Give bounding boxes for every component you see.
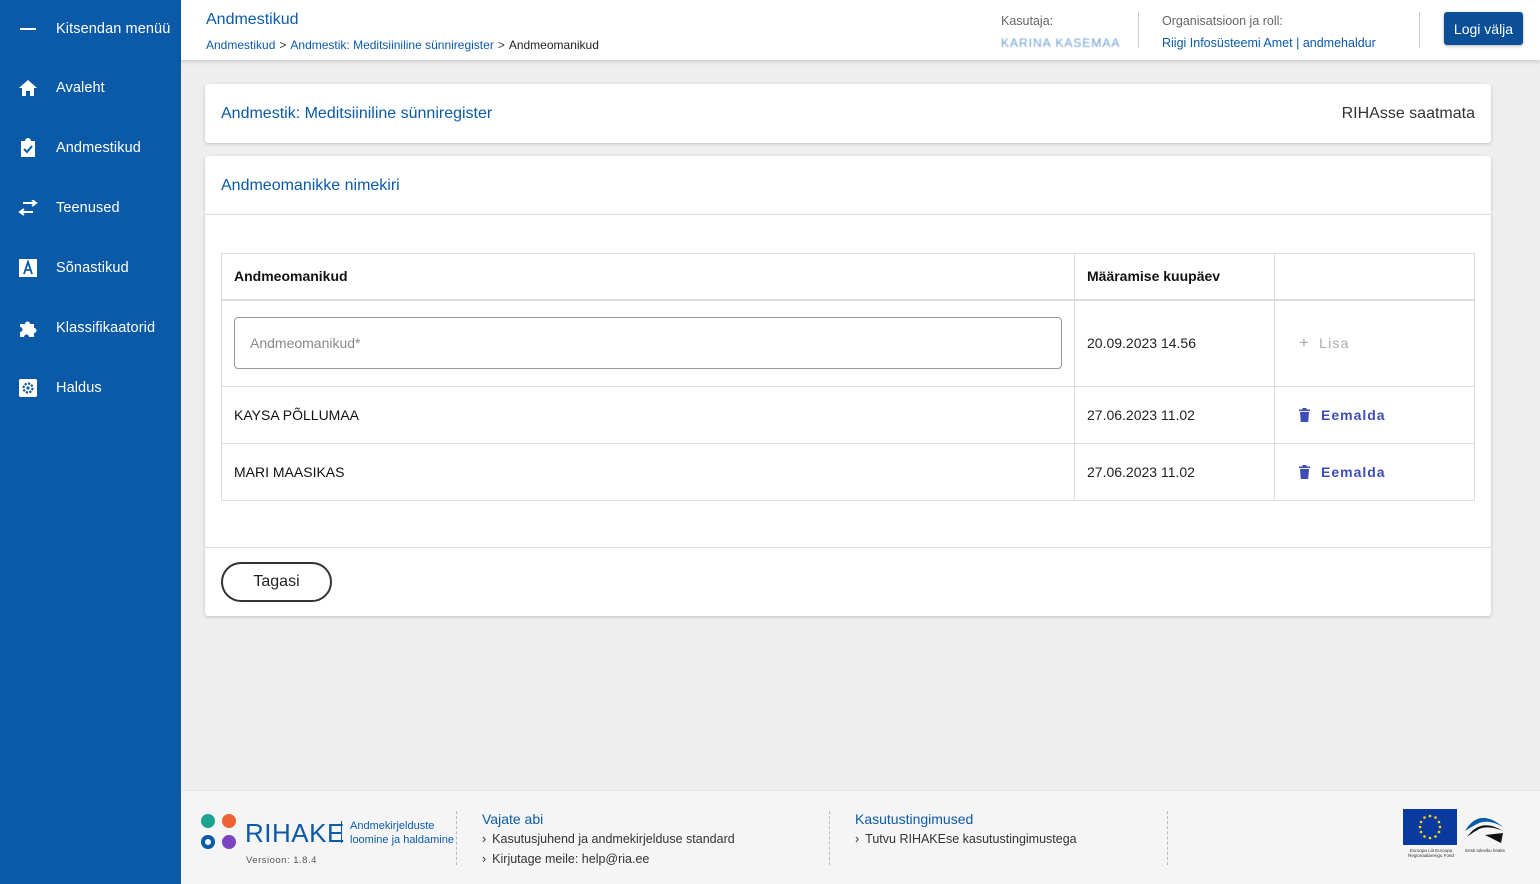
add-owner-row: 20.09.2023 14.56 + Lisa xyxy=(221,299,1475,387)
user-info: Kasutaja: KARINA KASEMAA xyxy=(1001,14,1120,50)
column-header-owners: Andmeomanikud xyxy=(221,253,1075,301)
sidebar-item-label: Klassifikaatorid xyxy=(56,320,156,336)
sidebar-item-label: Teenused xyxy=(56,200,120,216)
dataset-card: Andmestik: Meditsiiniline sünniregister … xyxy=(205,84,1491,143)
terms-link[interactable]: › Tutvu RIHAKEse kasutustingimustega xyxy=(855,832,1077,846)
logo-tagline: Andmekirjelduste loomine ja haldamine xyxy=(350,820,454,846)
card-divider xyxy=(205,547,1491,548)
chevron-right-icon: › xyxy=(482,852,487,866)
breadcrumb-current: Andmeomanikud xyxy=(508,38,599,52)
swap-arrows-icon xyxy=(18,198,38,218)
puzzle-icon xyxy=(18,318,38,338)
owner-input[interactable] xyxy=(234,317,1062,370)
sidebar-item-andmestikud[interactable]: Andmestikud xyxy=(0,118,181,178)
breadcrumb-link-andmestikud[interactable]: Andmestikud xyxy=(206,38,275,52)
sidebar-item-klassifikaatorid[interactable]: Klassifikaatorid xyxy=(0,298,181,358)
logo-name: RIHAKE xyxy=(245,818,345,848)
add-owner-label: Lisa xyxy=(1319,335,1350,352)
rihake-logo xyxy=(201,814,241,854)
assignment-date: 20.09.2023 14.56 xyxy=(1074,299,1275,387)
column-header-actions xyxy=(1274,253,1475,301)
org-name: Riigi Infosüsteemi Amet xyxy=(1162,36,1293,50)
assignment-date: 27.06.2023 11.02 xyxy=(1074,386,1275,444)
logout-button[interactable]: Logi välja xyxy=(1444,12,1523,45)
chevron-right-icon: › xyxy=(482,832,487,846)
owner-name: MARI MAASIKAS xyxy=(221,443,1075,501)
remove-owner-button[interactable]: Eemalda xyxy=(1287,407,1462,423)
sidebar-item-haldus[interactable]: Haldus xyxy=(0,358,181,418)
eu-fund-text: Euroopa Liit Euroopa Regionaalarengu Fon… xyxy=(1408,848,1454,858)
sidebar-item-label: Avaleht xyxy=(56,80,105,96)
header-divider xyxy=(1419,12,1420,48)
back-button[interactable]: Tagasi xyxy=(221,562,332,602)
minus-icon xyxy=(18,19,38,39)
version-label: Versioon: 1.8.4 xyxy=(246,855,317,866)
collapse-menu-label: Kitsendan menüü xyxy=(56,21,171,37)
dataset-status: RIHAsse saatmata xyxy=(1341,105,1475,122)
org-separator: | xyxy=(1296,36,1300,50)
remove-owner-label: Eemalda xyxy=(1321,464,1386,480)
page-title: Andmestikud xyxy=(206,11,299,28)
chevron-right-icon: › xyxy=(855,832,860,846)
help-section: Vajate abi › Kasutusjuhend ja andmekirjel… xyxy=(482,811,735,872)
owner-name: KAYSA PÕLLUMAA xyxy=(221,386,1075,444)
estonia-text: Eesti tuleviku heaks xyxy=(1465,848,1505,853)
clipboard-check-icon xyxy=(18,138,38,158)
sidebar: Kitsendan menüü Avaleht Andmestikud Teen… xyxy=(0,0,181,884)
user-name: KARINA KASEMAA xyxy=(1001,36,1121,50)
footer: RIHAKE Andmekirjelduste loomine ja halda… xyxy=(181,790,1540,884)
home-icon xyxy=(18,78,38,98)
org-label: Organisatsioon ja roll: xyxy=(1162,14,1283,28)
remove-owner-label: Eemalda xyxy=(1321,407,1386,423)
plus-icon: + xyxy=(1299,333,1311,353)
top-header: Andmestikud Andmestikud > Andmestik: Medit… xyxy=(181,0,1540,60)
assignment-date: 27.06.2023 11.02 xyxy=(1074,443,1275,501)
owners-card-title: Andmeomanikke nimekiri xyxy=(205,156,1491,215)
help-link-email[interactable]: › Kirjutage meile: help@ria.ee xyxy=(482,852,735,866)
settings-box-icon xyxy=(18,378,38,398)
estonia-logo xyxy=(1463,809,1505,845)
org-role: andmehaldur xyxy=(1302,36,1376,50)
owners-table: Andmeomanikud Määramise kuupäev 20.09.20… xyxy=(221,253,1475,501)
sidebar-item-avaleht[interactable]: Avaleht xyxy=(0,58,181,118)
trash-icon xyxy=(1299,408,1310,422)
terms-section: Kasutustingimused › Tutvu RIHAKEse kasutu… xyxy=(855,811,1077,852)
sidebar-item-teenused[interactable]: Teenused xyxy=(0,178,181,238)
add-owner-button[interactable]: + Lisa xyxy=(1287,333,1462,353)
column-header-date: Määramise kuupäev xyxy=(1074,253,1275,301)
header-divider xyxy=(1138,12,1139,48)
sidebar-item-sonastikud[interactable]: Sõnastikud xyxy=(0,238,181,298)
owners-card: Andmeomanikke nimekiri Andmeomanikud Mää… xyxy=(205,156,1491,616)
help-title: Vajate abi xyxy=(482,811,544,827)
sidebar-item-label: Haldus xyxy=(56,380,102,396)
letter-a-icon xyxy=(18,258,38,278)
breadcrumb-link-dataset[interactable]: Andmestik: Meditsiiniline sünniregister xyxy=(290,38,493,52)
org-info: Organisatsioon ja roll: Riigi Infosüstee… xyxy=(1162,14,1376,50)
org-role-value[interactable]: Riigi Infosüsteemi Amet | andmehaldur xyxy=(1162,36,1376,50)
table-row: MARI MAASIKAS 27.06.2023 11.02 Eemalda xyxy=(221,443,1475,501)
help-link-manual[interactable]: › Kasutusjuhend ja andmekirjelduse standa… xyxy=(482,832,735,846)
user-label: Kasutaja: xyxy=(1001,14,1054,28)
dataset-title: Andmestik: Meditsiiniline sünniregister xyxy=(221,105,493,122)
trash-icon xyxy=(1299,465,1310,479)
breadcrumb: Andmestikud > Andmestik: Meditsiiniline sü… xyxy=(206,38,599,52)
remove-owner-button[interactable]: Eemalda xyxy=(1287,464,1462,480)
terms-title: Kasutustingimused xyxy=(855,811,974,827)
sidebar-item-label: Andmestikud xyxy=(56,140,141,156)
eu-flag-logo xyxy=(1403,809,1457,845)
collapse-menu-button[interactable]: Kitsendan menüü xyxy=(0,0,181,58)
table-row: KAYSA PÕLLUMAA 27.06.2023 11.02 Eemalda xyxy=(221,386,1475,444)
sidebar-item-label: Sõnastikud xyxy=(56,260,129,276)
